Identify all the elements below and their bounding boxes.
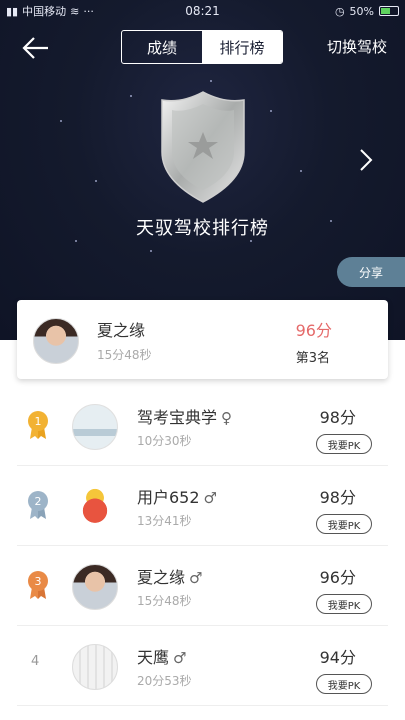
clock: 08:21 [185,4,220,18]
shield-star-icon [161,91,245,203]
segment-control: 成绩 排行榜 [121,30,283,64]
pk-button[interactable]: 我要PK [316,514,372,534]
hero-banner: ▮▮ 中国移动 ≋ ··· 08:21 ◷ 50% 成绩 排行榜 切换驾校 天驭… [0,0,405,340]
user-time: 20分53秒 [137,674,192,688]
male-icon: ♂ [173,649,187,667]
rank-number: 4 [31,654,40,669]
status-bar: ▮▮ 中国移动 ≋ ··· 08:21 ◷ 50% [0,0,405,22]
list-item[interactable]: 1 驾考宝典学 ♀ 10分30秒 98分 我要PK [17,386,388,466]
silver-medal-icon: 2 [28,491,48,519]
user-score: 98分 [319,408,356,427]
share-button[interactable]: 分享 [337,257,405,287]
medal-rank: 3 [35,575,42,588]
battery-icon [379,6,399,16]
male-icon: ♂ [189,569,203,587]
avatar [33,318,79,364]
user-name: 用户652 ♂ [137,488,217,507]
my-rank: 第3名 [295,351,330,366]
user-name: 夏之缘 ♂ [137,568,203,587]
my-rank-card: 夏之缘 15分48秒 96分 第3名 [17,300,388,379]
avatar [72,564,118,610]
avatar [72,644,118,690]
medal-rank: 2 [35,495,42,508]
user-name: 天鹰 ♂ [137,648,187,667]
my-score: 96分 [295,321,332,340]
list-item[interactable]: 3 夏之缘 ♂ 15分48秒 96分 我要PK [17,546,388,626]
tab-scores[interactable]: 成绩 [122,31,202,63]
male-icon: ♂ [203,489,217,507]
list-item[interactable]: 2 用户652 ♂ 13分41秒 98分 我要PK [17,466,388,546]
next-arrow-icon[interactable] [358,147,374,173]
user-time: 13分41秒 [137,514,192,528]
user-score: 94分 [319,648,356,667]
list-item[interactable]: 4 天鹰 ♂ 20分53秒 94分 我要PK [17,626,388,706]
user-name: 驾考宝典学 ♀ [137,408,233,427]
avatar [72,404,118,450]
bronze-medal-icon: 3 [28,571,48,599]
pk-button[interactable]: 我要PK [316,434,372,454]
back-arrow-icon[interactable] [20,34,50,62]
user-score: 98分 [319,488,356,507]
gold-medal-icon: 1 [28,411,48,439]
top-navigation: 成绩 排行榜 切换驾校 [0,28,405,68]
user-time: 10分30秒 [137,434,192,448]
medal-rank: 1 [35,415,42,428]
leaderboard-list: 1 驾考宝典学 ♀ 10分30秒 98分 我要PK 2 用户652 ♂ 13分41秒… [0,386,405,706]
switch-school-button[interactable]: 切换驾校 [327,36,387,57]
avatar [72,484,118,530]
user-time: 15分48秒 [137,594,192,608]
female-icon: ♀ [221,409,233,427]
user-score: 96分 [319,568,356,587]
my-name: 夏之缘 [97,321,146,340]
pk-button[interactable]: 我要PK [316,594,372,614]
tab-ranking[interactable]: 排行榜 [202,31,282,63]
ranking-title: 天驭驾校排行榜 [136,218,269,239]
my-time: 15分48秒 [97,348,152,362]
pk-button[interactable]: 我要PK [316,674,372,694]
